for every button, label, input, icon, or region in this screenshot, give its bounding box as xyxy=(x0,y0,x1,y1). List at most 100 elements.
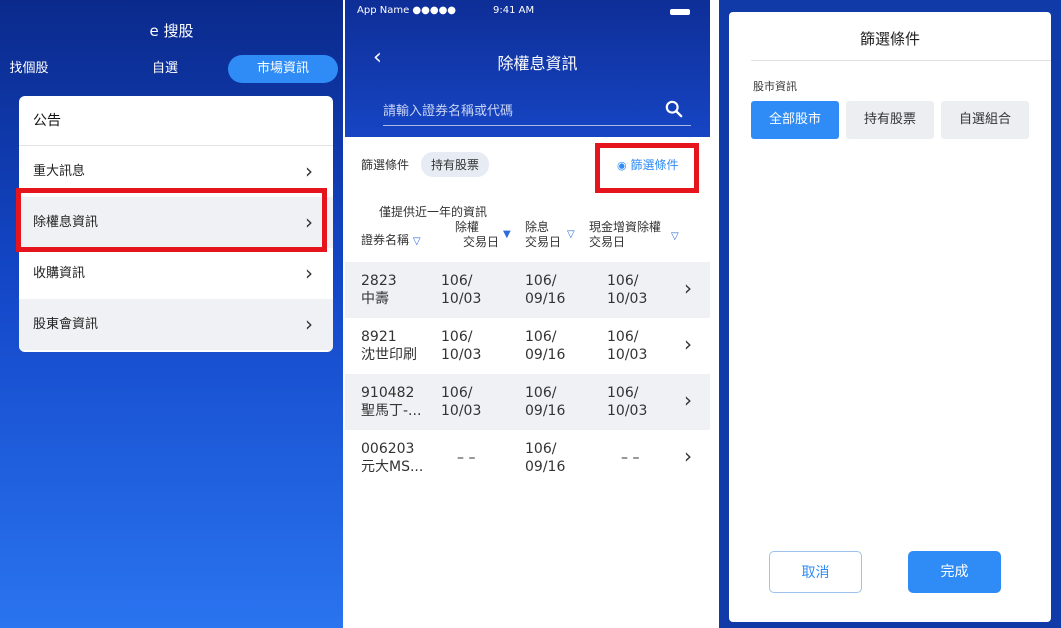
cell-cash-date: 10/03 xyxy=(607,403,648,419)
col-header-label: 除權 xyxy=(455,220,480,234)
search-placeholder: 請輸入證券名稱或代碼 xyxy=(383,104,514,119)
sort-down-icon: ▽ xyxy=(412,236,421,247)
chevron-right-icon: › xyxy=(684,444,692,468)
app-title: e 搜股 xyxy=(149,22,194,40)
cell-security: 910482 聖馬丁-... xyxy=(361,384,421,420)
tab-watchlist[interactable]: 自選 xyxy=(140,55,190,83)
col-header-label: 交易日 xyxy=(589,235,626,249)
cell-dividend: 106/09/16 xyxy=(525,440,565,476)
cell-rights: 106/10/03 xyxy=(441,328,481,364)
col-header-cash-increase[interactable]: 現金增資除權 交易日 xyxy=(589,220,661,250)
cell-cash: 106/10/03 xyxy=(607,384,647,420)
done-button[interactable]: 完成 xyxy=(908,551,1001,593)
highlight-box xyxy=(16,188,327,252)
cell-code: 006203 xyxy=(361,441,415,457)
table-row[interactable]: 8921 沈世印刷 106/10/03 106/09/16 106/10/03 › xyxy=(345,318,710,374)
col-header-label: 現金增資除權 xyxy=(589,220,662,234)
cell-rights-date: 10/03 xyxy=(441,403,482,419)
filter-sheet: 篩選條件 股市資訊 全部股市 持有股票 自選組合 取消 完成 xyxy=(729,12,1051,622)
sort-down-icon[interactable]: ▽ xyxy=(567,229,575,240)
cell-rights: 106/10/03 xyxy=(441,272,481,308)
col-header-rights[interactable]: 除權 交易日 xyxy=(455,220,499,250)
cell-cash-year: 106/ xyxy=(607,273,639,289)
cell-cash-date: 10/03 xyxy=(607,347,648,363)
chevron-right-icon: › xyxy=(305,261,313,285)
cell-code: 910482 xyxy=(361,385,415,401)
battery-icon xyxy=(670,9,690,15)
tab-find-stock[interactable]: 找個股 xyxy=(4,55,54,83)
cell-cash-year: 106/ xyxy=(607,329,639,345)
search-icon[interactable] xyxy=(665,100,683,118)
menu-item-shareholder-meeting[interactable]: 股東會資訊 › xyxy=(19,299,333,350)
cell-cash-year: – – xyxy=(621,450,640,466)
cell-rights: – – xyxy=(457,449,475,467)
col-header-dividend[interactable]: 除息 交易日 xyxy=(525,220,561,250)
cell-code: 2823 xyxy=(361,273,397,289)
filter-chip: 持有股票 xyxy=(421,152,490,177)
cell-name: 元大MS... xyxy=(361,459,424,475)
cell-security: 006203 元大MS... xyxy=(361,440,423,476)
cell-rights-date: 10/03 xyxy=(441,291,482,307)
header: App Name ●●●●● 9:41 AM ‹ 除權息資訊 請輸入證券名稱或代… xyxy=(345,0,710,137)
cell-cash-year: 106/ xyxy=(607,385,639,401)
col-header-label: 交易日 xyxy=(525,235,562,249)
divider xyxy=(751,60,1051,61)
chevron-right-icon: › xyxy=(684,388,692,412)
cell-name: 沈世印刷 xyxy=(361,347,417,363)
cell-code: 8921 xyxy=(361,329,397,345)
status-time: 9:41 AM xyxy=(493,5,535,16)
cell-div-date: 09/16 xyxy=(525,403,566,419)
cell-dividend: 106/09/16 xyxy=(525,272,565,308)
cell-cash: 106/10/03 xyxy=(607,328,647,364)
page-title: 除權息資訊 xyxy=(497,54,578,73)
menu-item-label: 收購資訊 xyxy=(33,266,86,281)
table-row[interactable]: 006203 元大MS... – – 106/09/16 – – › xyxy=(345,430,710,486)
cell-cash-date: 10/03 xyxy=(607,291,648,307)
menu-item-label: 重大訊息 xyxy=(33,164,86,179)
sheet-title: 篩選條件 xyxy=(859,30,920,48)
cell-security: 8921 沈世印刷 xyxy=(361,328,417,364)
chevron-right-icon: › xyxy=(684,332,692,356)
col-header-label: 除息 xyxy=(525,220,550,234)
highlight-box xyxy=(595,143,699,193)
table-row[interactable]: 2823 中壽 106/10/03 106/09/16 106/10/03 › xyxy=(345,262,710,318)
section-label: 股市資訊 xyxy=(753,80,797,93)
menu-header: 公告 xyxy=(19,96,333,146)
col-header-label: 交易日 xyxy=(463,235,500,249)
tab-market-info[interactable]: 市場資訊 xyxy=(228,55,338,83)
cell-cash: – – xyxy=(621,449,639,467)
cell-div-date: 09/16 xyxy=(525,347,566,363)
cell-name: 聖馬丁-... xyxy=(361,403,422,419)
status-carrier: App Name ●●●●● xyxy=(357,5,457,16)
cell-rights-year: 106/ xyxy=(441,329,473,345)
option-watchlist-group[interactable]: 自選組合 xyxy=(941,101,1029,139)
chevron-right-icon: › xyxy=(305,312,313,336)
sort-down-filled-icon[interactable]: ▼ xyxy=(503,229,511,240)
option-all-markets[interactable]: 全部股市 xyxy=(751,101,839,139)
cell-rights-year: 106/ xyxy=(441,273,473,289)
search-input[interactable]: 請輸入證券名稱或代碼 xyxy=(383,96,691,126)
cell-div-year: 106/ xyxy=(525,385,557,401)
cell-dividend: 106/09/16 xyxy=(525,328,565,364)
cell-rights-date: 10/03 xyxy=(441,347,482,363)
ex-rights-screen: App Name ●●●●● 9:41 AM ‹ 除權息資訊 請輸入證券名稱或代… xyxy=(345,0,710,628)
cell-security: 2823 中壽 xyxy=(361,272,397,308)
col-header-name[interactable]: 證券名稱 ▽ xyxy=(361,233,421,249)
main-tabs: 找個股 自選 市場資訊 xyxy=(0,55,343,83)
cell-dividend: 106/09/16 xyxy=(525,384,565,420)
cell-cash: 106/10/03 xyxy=(607,272,647,308)
cell-div-year: 106/ xyxy=(525,441,557,457)
filter-label: 篩選條件 xyxy=(361,158,410,172)
menu-item-acquisition[interactable]: 收購資訊 › xyxy=(19,248,333,299)
cell-div-year: 106/ xyxy=(525,329,557,345)
sort-down-icon[interactable]: ▽ xyxy=(671,231,679,242)
option-held-stocks[interactable]: 持有股票 xyxy=(846,101,934,139)
cell-rights-year: 106/ xyxy=(441,385,473,401)
cancel-button[interactable]: 取消 xyxy=(769,551,862,593)
filter-screen: 篩選條件 股市資訊 全部股市 持有股票 自選組合 取消 完成 xyxy=(719,0,1061,628)
table-row[interactable]: 910482 聖馬丁-... 106/10/03 106/09/16 106/10… xyxy=(345,374,710,430)
chevron-right-icon: › xyxy=(684,276,692,300)
menu-item-label: 股東會資訊 xyxy=(33,317,99,332)
cell-div-year: 106/ xyxy=(525,273,557,289)
cell-name: 中壽 xyxy=(361,291,389,307)
